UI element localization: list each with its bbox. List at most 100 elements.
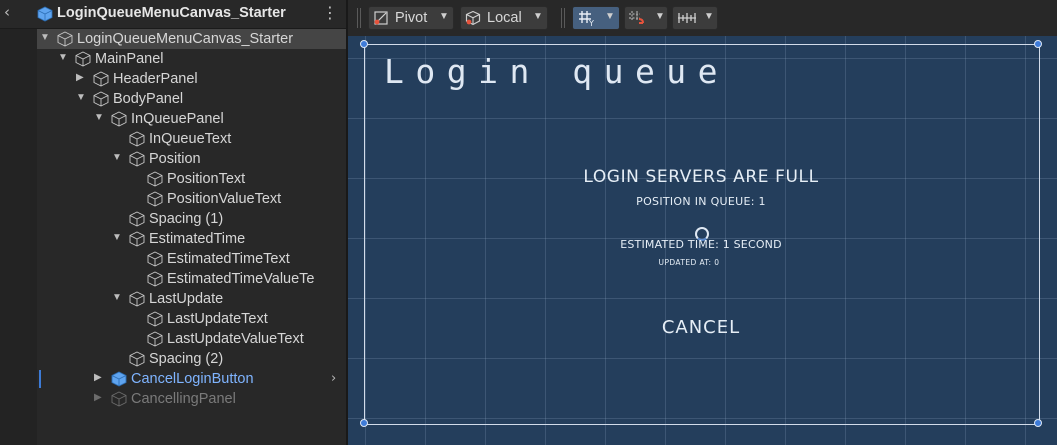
rect-handle[interactable] [360, 419, 368, 427]
gameobject-cube-icon [93, 91, 109, 107]
hierarchy-row[interactable]: ▶ HeaderPanel [37, 69, 346, 89]
increment-snap-toggle[interactable]: ▼ [624, 6, 668, 30]
gameobject-cube-icon [129, 211, 145, 227]
gameobject-cube-icon [111, 391, 127, 407]
hierarchy-row-label: Spacing (2) [149, 351, 224, 367]
position-value-text: 1 [758, 195, 766, 208]
hierarchy-row[interactable]: ▼ InQueuePanel [37, 109, 346, 129]
hierarchy-row-label: Position [149, 151, 201, 167]
grid-snap-icon: Y [579, 11, 594, 27]
hierarchy-row-label: InQueuePanel [131, 111, 224, 127]
gameobject-cube-icon [111, 371, 127, 387]
hierarchy-row-label: CancelLoginButton [131, 371, 254, 387]
hierarchy-gutter [0, 0, 37, 445]
hierarchy-title: LoginQueueMenuCanvas_Starter [57, 5, 286, 21]
chevron-right-icon[interactable]: › [331, 371, 336, 386]
snap-increment-icon [629, 11, 644, 24]
pivot-label: Pivot [395, 10, 428, 26]
hierarchy-row[interactable]: ▶ CancelLoginButton [37, 369, 346, 389]
scene-canvas[interactable]: Login queue LOGIN SERVERS ARE FULL POSIT… [348, 36, 1057, 445]
chevron-down-icon[interactable]: ▼ [40, 32, 50, 43]
hierarchy-row[interactable]: ▼ MainPanel [37, 49, 346, 69]
chevron-down-icon: ▼ [655, 11, 665, 22]
estimated-time-text: ESTIMATED TIME: [620, 238, 720, 251]
pivot-icon [374, 11, 388, 25]
rect-handle[interactable] [360, 40, 368, 48]
gameobject-cube-icon [57, 31, 73, 47]
gameobject-cube-icon [129, 231, 145, 247]
hierarchy-row-label: PositionText [167, 171, 246, 187]
gameobject-cube-icon [147, 171, 163, 187]
hierarchy-panel: ‹ LoginQueueMenuCanvas_Starter ⋮ ▼ LoginQ… [0, 0, 346, 445]
chevron-right-icon[interactable]: ▶ [76, 72, 84, 83]
gameobject-cube-icon [111, 111, 127, 127]
gameobject-cube-icon [147, 191, 163, 207]
chevron-down-icon[interactable]: ▼ [94, 112, 104, 123]
gameobject-cube-icon [129, 351, 145, 367]
hierarchy-row[interactable]: ▶ CancellingPanel [37, 389, 346, 409]
hierarchy-row-label: MainPanel [95, 51, 164, 67]
last-update-line: UPDATED AT: 0 [659, 258, 720, 267]
back-arrow-icon[interactable]: ‹ [4, 3, 10, 21]
chevron-down-icon[interactable]: ▼ [112, 232, 122, 243]
gameobject-cube-icon [147, 251, 163, 267]
hierarchy-row[interactable]: EstimatedTimeValueTe [37, 269, 346, 289]
hierarchy-row[interactable]: ▼ LoginQueueMenuCanvas_Starter [37, 29, 346, 49]
hierarchy-row-label: LastUpdateText [167, 311, 268, 327]
pivot-dropdown[interactable]: Pivot ▼ [368, 6, 454, 30]
more-options-icon[interactable]: ⋮ [322, 3, 338, 22]
hierarchy-row-label: PositionValueText [167, 191, 282, 207]
hierarchy-header: ‹ LoginQueueMenuCanvas_Starter ⋮ [0, 0, 346, 29]
toolbar-grip[interactable] [560, 8, 566, 28]
svg-text:Y: Y [588, 19, 594, 27]
hierarchy-row[interactable]: PositionText [37, 169, 346, 189]
hierarchy-row-label: CancellingPanel [131, 391, 236, 407]
chevron-down-icon: ▼ [439, 11, 449, 22]
hierarchy-row-label: EstimatedTimeValueTe [167, 271, 315, 287]
grid-snap-toggle[interactable]: Y ▼ [572, 6, 620, 30]
last-update-text: UPDATED AT: [658, 258, 712, 267]
gameobject-cube-icon [129, 131, 145, 147]
in-queue-text: LOGIN SERVERS ARE FULL [583, 167, 819, 187]
ruler-toggle[interactable]: ▼ [672, 6, 718, 30]
chevron-down-icon[interactable]: ▼ [76, 92, 86, 103]
local-dropdown[interactable]: Local ▼ [460, 6, 548, 30]
chevron-down-icon: ▼ [533, 11, 543, 22]
hierarchy-row-label: EstimatedTime [149, 231, 246, 247]
hierarchy-row-label: LoginQueueMenuCanvas_Starter [77, 31, 294, 47]
gameobject-cube-icon [129, 291, 145, 307]
scene-view: Pivot ▼ Local ▼ Y ▼ ▼ ▼ Login queue LOGI… [348, 0, 1057, 445]
hierarchy-row[interactable]: LastUpdateValueText [37, 329, 346, 349]
gameobject-cube-icon [129, 151, 145, 167]
estimated-time-value-text: 1 SECOND [722, 238, 782, 251]
gameobject-cube-icon [93, 71, 109, 87]
position-line: POSITION IN QUEUE: 1 [636, 195, 766, 208]
hierarchy-row[interactable]: Spacing (1) [37, 209, 346, 229]
hierarchy-row[interactable]: ▼ LastUpdate [37, 289, 346, 309]
hierarchy-row[interactable]: EstimatedTimeText [37, 249, 346, 269]
chevron-down-icon: ▼ [704, 11, 714, 22]
last-update-value-text: 0 [714, 258, 720, 267]
hierarchy-row[interactable]: ▼ EstimatedTime [37, 229, 346, 249]
rect-handle[interactable] [1034, 419, 1042, 427]
page-title: Login queue [384, 52, 730, 91]
hierarchy-row[interactable]: LastUpdateText [37, 309, 346, 329]
hierarchy-row[interactable]: InQueueText [37, 129, 346, 149]
gameobject-cube-icon [147, 331, 163, 347]
chevron-down-icon[interactable]: ▼ [58, 52, 68, 63]
chevron-right-icon[interactable]: ▶ [94, 372, 102, 383]
gameobject-cube-icon [75, 51, 91, 67]
scene-toolbar: Pivot ▼ Local ▼ Y ▼ ▼ ▼ [348, 0, 1057, 36]
chevron-down-icon[interactable]: ▼ [112, 152, 122, 163]
hierarchy-row[interactable]: Spacing (2) [37, 349, 346, 369]
toolbar-grip[interactable] [356, 8, 362, 28]
gameobject-cube-icon [147, 311, 163, 327]
cancel-login-button[interactable]: CANCEL [662, 317, 740, 338]
hierarchy-row[interactable]: ▼ Position [37, 149, 346, 169]
ruler-icon [678, 13, 696, 23]
chevron-right-icon[interactable]: ▶ [94, 392, 102, 403]
rect-handle[interactable] [1034, 40, 1042, 48]
hierarchy-row[interactable]: ▼ BodyPanel [37, 89, 346, 109]
hierarchy-row[interactable]: PositionValueText [37, 189, 346, 209]
chevron-down-icon[interactable]: ▼ [112, 292, 122, 303]
